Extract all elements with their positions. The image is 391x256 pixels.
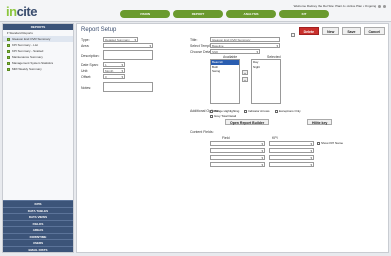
checkbox-box bbox=[317, 141, 320, 145]
tab-kit[interactable]: KIT bbox=[279, 10, 329, 18]
checkbox-label: Grey Total Detail bbox=[214, 114, 237, 118]
report-icon bbox=[7, 49, 10, 53]
page-title: Report Setup bbox=[81, 27, 117, 33]
description-field[interactable] bbox=[103, 50, 153, 60]
indicator-arrows-checkbox[interactable]: Indicator Arrows bbox=[244, 109, 270, 113]
settings-icon[interactable] bbox=[378, 4, 381, 8]
type-label: Type: bbox=[81, 38, 90, 42]
template-select[interactable]: Baseline bbox=[210, 43, 280, 48]
sidebar: REPORTS ▾ Standard Reports Gleason End O… bbox=[2, 23, 74, 253]
range-highlighting-checkbox[interactable]: Range Highlighting bbox=[210, 109, 239, 113]
content-kpi-select-1[interactable] bbox=[269, 141, 314, 146]
main-nav: VISION REPORT ANALYSIS KIT bbox=[120, 10, 329, 18]
delete-button[interactable]: Delete bbox=[298, 27, 320, 35]
area-select[interactable] bbox=[103, 43, 153, 48]
sidebar-subheading-label: Standard Reports bbox=[9, 31, 33, 35]
new-button[interactable]: New bbox=[322, 27, 340, 35]
content-field-select-2[interactable] bbox=[210, 148, 265, 153]
unit-label: Unit: bbox=[81, 69, 89, 73]
report-icon bbox=[7, 43, 10, 47]
content-field-select-3[interactable] bbox=[210, 155, 265, 160]
field-column-label: Field bbox=[222, 136, 230, 140]
toolbar: Delete New Save Cancel bbox=[298, 27, 385, 35]
calendar-icon[interactable] bbox=[291, 33, 295, 37]
detail-field-select[interactable]: Shift bbox=[210, 49, 260, 54]
date-span-select[interactable]: 1 bbox=[103, 62, 125, 67]
report-icon bbox=[7, 61, 10, 65]
move-left-button[interactable]: « bbox=[242, 77, 248, 82]
checkbox-box bbox=[210, 109, 213, 113]
top-bar: incite VISION REPORT ANALYSIS KIT Welcom… bbox=[0, 0, 391, 22]
content-fields-label: Content Fields: bbox=[190, 130, 214, 134]
sidebar-item-label: MRI Weekly Summary bbox=[12, 67, 42, 71]
report-icon bbox=[7, 67, 10, 71]
checkbox-label: Range Highlighting bbox=[214, 109, 240, 113]
sidebar-button-email-dists[interactable]: EMAIL DISTS bbox=[3, 245, 73, 252]
content-field-select-4[interactable] bbox=[210, 162, 265, 167]
tab-analysis[interactable]: ANALYSIS bbox=[226, 10, 276, 18]
user-info-text: Welcome Rodney Ibe Rel Site: Plant A • A… bbox=[293, 4, 377, 8]
checkbox-label: Indicator Arrows bbox=[248, 109, 270, 113]
notes-field[interactable] bbox=[103, 82, 153, 92]
selected-listbox[interactable]: Day Night bbox=[251, 59, 281, 104]
app-logo[interactable]: incite bbox=[6, 4, 37, 19]
content-field-select-1[interactable] bbox=[210, 141, 265, 146]
sidebar-section-buttons: KPIS DATA TABLES DATA VIEWS FIELDS AREAS… bbox=[3, 200, 73, 252]
title-input[interactable]: Gleason End OVR Summary bbox=[210, 37, 280, 42]
tab-report[interactable]: REPORT bbox=[173, 10, 223, 18]
show-kpi-name-checkbox[interactable]: Show KPI Name bbox=[317, 141, 343, 145]
logo-text: in bbox=[6, 4, 17, 19]
tab-vision[interactable]: VISION bbox=[120, 10, 170, 18]
report-setup-panel: Report Setup Delete New Save Cancel Type… bbox=[76, 23, 389, 253]
report-icon bbox=[7, 55, 10, 59]
open-report-builder-button[interactable]: Open Report Builder bbox=[225, 119, 270, 125]
sidebar-item-report-6[interactable]: MRI Weekly Summary bbox=[3, 66, 73, 72]
offset-select[interactable]: 0 bbox=[103, 74, 125, 79]
kpi-column-label: KPI bbox=[272, 136, 278, 140]
content-kpi-select-3[interactable] bbox=[269, 155, 314, 160]
list-item[interactable]: Night bbox=[252, 65, 280, 70]
type-select[interactable]: Detailed Summary bbox=[103, 37, 138, 42]
content-kpi-select-2[interactable] bbox=[269, 148, 314, 153]
logo-accent: cite bbox=[16, 4, 38, 19]
hilite-key-button[interactable]: Hilite key bbox=[307, 119, 333, 125]
save-button[interactable]: Save bbox=[342, 27, 361, 35]
help-icon[interactable] bbox=[383, 4, 386, 8]
exceptions-only-checkbox[interactable]: Exceptions Only bbox=[275, 109, 301, 113]
checkbox-box bbox=[210, 114, 213, 118]
cancel-button[interactable]: Cancel bbox=[363, 27, 385, 35]
date-span-label: Date Span: bbox=[81, 63, 99, 67]
notes-label: Notes: bbox=[81, 86, 92, 90]
checkbox-label: Show KPI Name bbox=[321, 141, 344, 145]
checkbox-label: Exceptions Only bbox=[279, 109, 301, 113]
move-right-button[interactable]: » bbox=[242, 70, 248, 75]
grey-total-detail-checkbox[interactable]: Grey Total Detail bbox=[210, 114, 236, 118]
list-item[interactable]: Swing bbox=[211, 69, 239, 74]
description-label: Description: bbox=[81, 54, 100, 58]
report-icon bbox=[7, 37, 10, 41]
checkbox-box bbox=[275, 109, 278, 113]
user-info: Welcome Rodney Ibe Rel Site: Plant A • A… bbox=[294, 4, 387, 8]
title-label: Title: bbox=[190, 38, 198, 42]
checkbox-box bbox=[244, 109, 247, 113]
unit-select[interactable]: Month bbox=[103, 68, 125, 73]
offset-label: Offset: bbox=[81, 75, 92, 79]
content-kpi-select-4[interactable] bbox=[269, 162, 314, 167]
area-label: Area: bbox=[81, 44, 90, 48]
available-listbox[interactable]: Bearcsh Both Swing bbox=[210, 59, 240, 104]
